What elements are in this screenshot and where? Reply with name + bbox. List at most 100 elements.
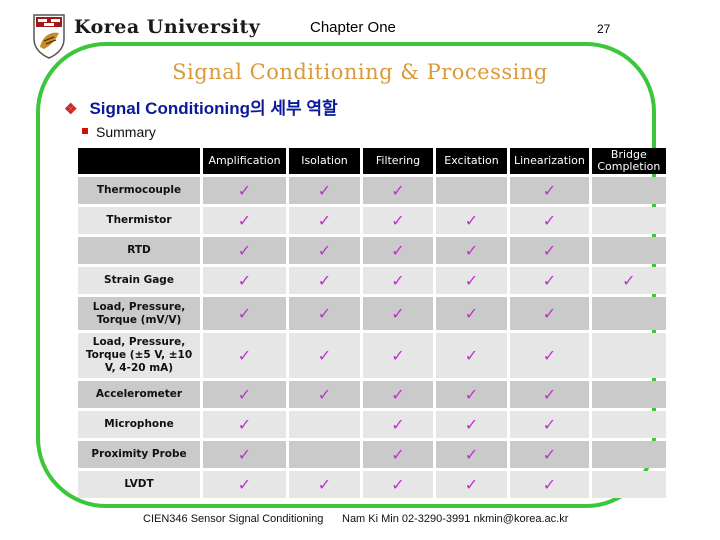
table-row: Accelerometer ✓ ✓ ✓ ✓ ✓ [78, 381, 666, 408]
column-header-filtering: Filtering [363, 148, 433, 174]
check-icon: ✓ [436, 471, 507, 498]
check-icon: ✓ [289, 471, 360, 498]
column-header-blank [78, 148, 200, 174]
check-icon: ✓ [203, 267, 286, 294]
page-number: 27 [597, 22, 611, 36]
empty-cell [591, 333, 666, 378]
empty-cell [591, 471, 666, 498]
check-icon: ✓ [203, 237, 286, 264]
column-header-excitation: Excitation [436, 148, 507, 174]
empty-cell [436, 177, 507, 204]
check-icon: ✓ [203, 441, 286, 468]
footer-contact: Nam Ki Min 02-3290-3991 nkmin@korea.ac.k… [342, 513, 569, 525]
row-label: Strain Gage [78, 267, 200, 294]
empty-cell [591, 381, 666, 408]
diamond-bullet-icon: ❖ [64, 101, 78, 118]
table-row: Proximity Probe ✓ ✓ ✓ ✓ [78, 441, 666, 468]
column-header-linearization: Linearization [510, 148, 589, 174]
square-bullet-icon [82, 128, 88, 135]
check-icon: ✓ [363, 441, 433, 468]
section-heading-text: Signal Conditioning의 세부 역할 [89, 99, 338, 118]
row-label: Thermistor [78, 207, 200, 234]
column-header-bridge-completion: Bridge Completion [591, 148, 666, 174]
check-icon: ✓ [363, 267, 433, 294]
check-icon: ✓ [203, 177, 286, 204]
column-header-amplification: Amplification [203, 148, 286, 174]
check-icon: ✓ [363, 411, 433, 438]
check-icon: ✓ [363, 381, 433, 408]
empty-cell [591, 237, 666, 264]
chapter-label: Chapter One [310, 19, 396, 36]
university-name: Korea University [74, 16, 261, 38]
check-icon: ✓ [436, 381, 507, 408]
check-icon: ✓ [363, 297, 433, 330]
check-icon: ✓ [510, 441, 589, 468]
check-icon: ✓ [510, 381, 589, 408]
check-icon: ✓ [289, 333, 360, 378]
check-icon: ✓ [289, 267, 360, 294]
check-icon: ✓ [363, 207, 433, 234]
check-icon: ✓ [510, 267, 589, 294]
check-icon: ✓ [289, 237, 360, 264]
check-icon: ✓ [203, 471, 286, 498]
check-icon: ✓ [363, 471, 433, 498]
check-icon: ✓ [203, 297, 286, 330]
summary-table: Amplification Isolation Filtering Excita… [75, 145, 669, 501]
row-label: Microphone [78, 411, 200, 438]
table-row: RTD ✓ ✓ ✓ ✓ ✓ [78, 237, 666, 264]
check-icon: ✓ [363, 237, 433, 264]
empty-cell [591, 207, 666, 234]
row-label: Thermocouple [78, 177, 200, 204]
check-icon: ✓ [436, 441, 507, 468]
check-icon: ✓ [436, 207, 507, 234]
table-header-row: Amplification Isolation Filtering Excita… [78, 148, 666, 174]
empty-cell [591, 411, 666, 438]
check-icon: ✓ [203, 411, 286, 438]
check-icon: ✓ [591, 267, 666, 294]
check-icon: ✓ [436, 237, 507, 264]
row-label: Proximity Probe [78, 441, 200, 468]
empty-cell [289, 441, 360, 468]
table-row: Thermistor ✓ ✓ ✓ ✓ ✓ [78, 207, 666, 234]
subheading-text: Summary [96, 124, 156, 140]
check-icon: ✓ [510, 297, 589, 330]
section-heading: ❖ Signal Conditioning의 세부 역할 [64, 94, 338, 119]
check-icon: ✓ [436, 411, 507, 438]
table-row: Strain Gage ✓ ✓ ✓ ✓ ✓ ✓ [78, 267, 666, 294]
empty-cell [289, 411, 360, 438]
table-row: Load, Pressure, Torque (mV/V) ✓ ✓ ✓ ✓ ✓ [78, 297, 666, 330]
check-icon: ✓ [363, 177, 433, 204]
footer-course: CIEN346 Sensor Signal Conditioning [143, 513, 324, 525]
empty-cell [591, 441, 666, 468]
check-icon: ✓ [203, 381, 286, 408]
empty-cell [591, 177, 666, 204]
check-icon: ✓ [289, 297, 360, 330]
check-icon: ✓ [510, 333, 589, 378]
check-icon: ✓ [436, 333, 507, 378]
check-icon: ✓ [203, 207, 286, 234]
table-row: Microphone ✓ ✓ ✓ ✓ [78, 411, 666, 438]
table-row: Thermocouple ✓ ✓ ✓ ✓ [78, 177, 666, 204]
check-icon: ✓ [363, 333, 433, 378]
check-icon: ✓ [203, 333, 286, 378]
slide-title: Signal Conditioning & Processing [172, 60, 548, 84]
check-icon: ✓ [510, 207, 589, 234]
check-icon: ✓ [289, 207, 360, 234]
check-icon: ✓ [436, 267, 507, 294]
row-label: Load, Pressure, Torque (±5 V, ±10 V, 4-2… [78, 333, 200, 378]
check-icon: ✓ [510, 471, 589, 498]
table-row: LVDT ✓ ✓ ✓ ✓ ✓ [78, 471, 666, 498]
check-icon: ✓ [510, 177, 589, 204]
row-label: Accelerometer [78, 381, 200, 408]
column-header-isolation: Isolation [289, 148, 360, 174]
check-icon: ✓ [289, 177, 360, 204]
check-icon: ✓ [436, 297, 507, 330]
empty-cell [591, 297, 666, 330]
university-crest-icon [33, 14, 65, 59]
row-label: RTD [78, 237, 200, 264]
subheading: Summary [82, 124, 156, 140]
check-icon: ✓ [510, 411, 589, 438]
table-row: Load, Pressure, Torque (±5 V, ±10 V, 4-2… [78, 333, 666, 378]
row-label: LVDT [78, 471, 200, 498]
check-icon: ✓ [289, 381, 360, 408]
